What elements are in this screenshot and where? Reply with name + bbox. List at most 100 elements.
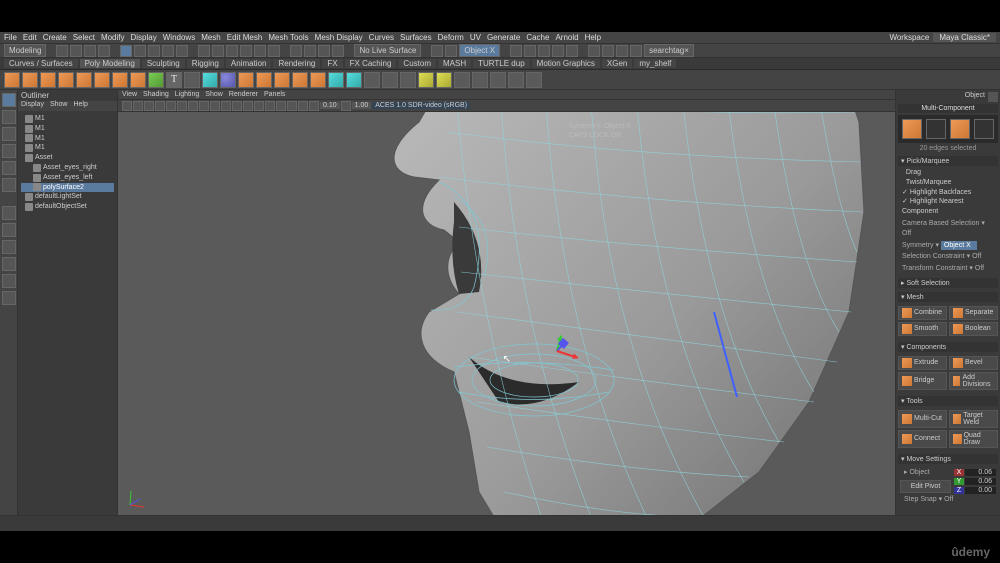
rotate-tool-icon[interactable]: [2, 161, 16, 175]
trans-constraint-value[interactable]: Off: [975, 265, 984, 272]
layout-four-icon[interactable]: [2, 223, 16, 237]
tools-section[interactable]: ▾ Tools: [898, 396, 998, 406]
vertex-mode-icon[interactable]: [902, 119, 922, 139]
status-icon[interactable]: [445, 45, 457, 57]
outliner-menu-show[interactable]: Show: [47, 101, 71, 111]
shelf-tab[interactable]: Motion Graphics: [532, 59, 600, 68]
sweep-icon[interactable]: [202, 72, 218, 88]
menu-arnold[interactable]: Arnold: [555, 33, 578, 42]
shelf-tool-icon[interactable]: [310, 72, 326, 88]
layout-custom-icon[interactable]: [2, 240, 16, 254]
vp-tool-icon[interactable]: [166, 101, 176, 111]
outliner-item[interactable]: M1: [21, 124, 114, 134]
snap-icon[interactable]: [240, 45, 252, 57]
camera-sel-value[interactable]: Off: [902, 230, 911, 237]
menu-mesh[interactable]: Mesh: [201, 33, 221, 42]
poly-cylinder-icon[interactable]: [40, 72, 56, 88]
outliner-item[interactable]: Asset_eyes_right: [21, 163, 114, 173]
target-weld-button[interactable]: Target Weld: [949, 410, 998, 428]
outliner-item[interactable]: Asset_eyes_left: [21, 173, 114, 183]
layout-custom-icon[interactable]: [2, 274, 16, 288]
vp-menu-shading[interactable]: Shading: [143, 91, 169, 98]
shelf-tool-icon[interactable]: [274, 72, 290, 88]
shelf-tool-icon[interactable]: [472, 72, 488, 88]
shelf-tool-icon[interactable]: [418, 72, 434, 88]
vp-tool-icon[interactable]: [232, 101, 242, 111]
shelf-tool-icon[interactable]: [490, 72, 506, 88]
menu-curves[interactable]: Curves: [369, 33, 394, 42]
status-icon[interactable]: [332, 45, 344, 57]
status-icon[interactable]: [148, 45, 160, 57]
add-divisions-button[interactable]: Add Divisions: [949, 372, 998, 390]
multi-cut-button[interactable]: Multi-Cut: [898, 410, 947, 428]
timeline[interactable]: [0, 515, 1000, 531]
poly-cube-icon[interactable]: [22, 72, 38, 88]
outliner-item[interactable]: defaultObjectSet: [21, 202, 114, 212]
menu-edit[interactable]: Edit: [23, 33, 37, 42]
menu-select[interactable]: Select: [73, 33, 95, 42]
vp-tool-icon[interactable]: [221, 101, 231, 111]
svg-icon[interactable]: [184, 72, 200, 88]
poly-torus-icon[interactable]: [76, 72, 92, 88]
status-icon[interactable]: [98, 45, 110, 57]
poly-sphere-icon[interactable]: [4, 72, 20, 88]
menu-editmesh[interactable]: Edit Mesh: [227, 33, 263, 42]
panel-icon[interactable]: [602, 45, 614, 57]
outliner-item[interactable]: M1: [21, 114, 114, 124]
x-value[interactable]: 0.06: [965, 469, 996, 476]
shelf-tool-icon[interactable]: [508, 72, 524, 88]
vp-number[interactable]: 1.00: [352, 102, 372, 109]
panel-icon[interactable]: [630, 45, 642, 57]
move-settings-section[interactable]: ▾ Move Settings: [898, 454, 998, 464]
status-icon[interactable]: [162, 45, 174, 57]
boolean-button[interactable]: Boolean: [949, 322, 998, 336]
status-icon[interactable]: [431, 45, 443, 57]
symmetry-toggle[interactable]: Object X: [459, 44, 500, 57]
bridge-button[interactable]: Bridge: [898, 372, 947, 390]
combine-icon[interactable]: [238, 72, 254, 88]
shelf-tab[interactable]: Custom: [398, 59, 436, 68]
shelf-tab[interactable]: Rigging: [187, 59, 224, 68]
vp-tool-icon[interactable]: [133, 101, 143, 111]
menu-surfaces[interactable]: Surfaces: [400, 33, 432, 42]
menu-meshtools[interactable]: Mesh Tools: [268, 33, 308, 42]
outliner-item[interactable]: defaultLightSet: [21, 192, 114, 202]
render-icon[interactable]: [538, 45, 550, 57]
snap-icon[interactable]: [268, 45, 280, 57]
move-tool-icon[interactable]: [2, 144, 16, 158]
menu-create[interactable]: Create: [43, 33, 67, 42]
shelf-tab[interactable]: Sculpting: [142, 59, 185, 68]
pick-section[interactable]: ▾ Pick/Marquee: [898, 156, 998, 166]
vp-menu-panels[interactable]: Panels: [264, 91, 285, 98]
render-icon[interactable]: [524, 45, 536, 57]
shelf-tab[interactable]: XGen: [602, 59, 632, 68]
search-field[interactable]: searchtag×: [644, 44, 694, 57]
outliner-menu-help[interactable]: Help: [70, 101, 90, 111]
shelf-tool-icon[interactable]: [292, 72, 308, 88]
pick-nearest[interactable]: ✓ Highlight Nearest Component: [902, 197, 994, 217]
shelf-tool-icon[interactable]: [400, 72, 416, 88]
shelf-tab[interactable]: Animation: [226, 59, 272, 68]
combine-button[interactable]: Combine: [898, 306, 947, 320]
status-icon[interactable]: [176, 45, 188, 57]
exposure-icon[interactable]: [341, 101, 351, 111]
vp-tool-icon[interactable]: [144, 101, 154, 111]
shelf-tool-icon[interactable]: [346, 72, 362, 88]
z-value[interactable]: 0.00: [965, 487, 996, 494]
connect-button[interactable]: Connect: [898, 430, 947, 448]
shelf-tab[interactable]: MASH: [438, 59, 471, 68]
shelf-tab[interactable]: FX: [322, 59, 342, 68]
panel-icon[interactable]: [588, 45, 600, 57]
quad-draw-button[interactable]: Quad Draw: [949, 430, 998, 448]
shelf-tool-icon[interactable]: [364, 72, 380, 88]
shelf-tab-active[interactable]: Poly Modeling: [80, 59, 140, 68]
vp-menu-view[interactable]: View: [122, 91, 137, 98]
step-snap-value[interactable]: Off: [944, 496, 953, 503]
scale-tool-icon[interactable]: [2, 178, 16, 192]
poly-disc-icon[interactable]: [112, 72, 128, 88]
separate-icon[interactable]: [256, 72, 272, 88]
workspace-selector[interactable]: Maya Classic*: [933, 33, 996, 42]
symmetry-value[interactable]: Object X: [941, 241, 977, 251]
snap-icon[interactable]: [212, 45, 224, 57]
layout-single-icon[interactable]: [2, 206, 16, 220]
